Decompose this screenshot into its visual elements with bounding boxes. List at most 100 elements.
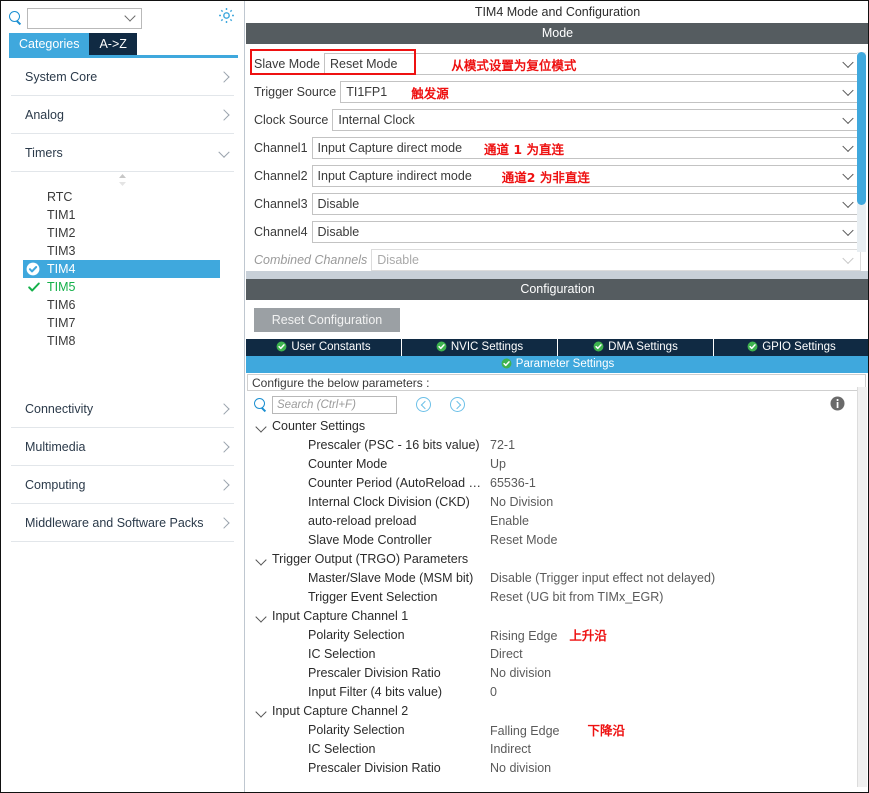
mode-scrollbar[interactable]: [857, 52, 866, 252]
table-row[interactable]: Counter Mode Up: [246, 455, 869, 474]
search-icon: [7, 10, 23, 26]
list-item-tim1[interactable]: TIM1: [1, 206, 244, 224]
chevron-down-icon: [218, 146, 229, 157]
tab-nvic-settings[interactable]: NVIC Settings: [402, 339, 558, 356]
parameter-value: Reset Mode: [490, 531, 869, 550]
parameter-tree: Counter Settings Prescaler (PSC - 16 bit…: [246, 415, 869, 778]
table-row[interactable]: Polarity Selection Rising Edge上升沿: [246, 626, 869, 645]
category-label: Middleware and Software Packs: [25, 516, 204, 530]
list-item-tim7[interactable]: TIM7: [1, 314, 244, 332]
mode-value: Input Capture direct mode: [313, 141, 463, 155]
list-item-tim8[interactable]: TIM8: [1, 332, 244, 350]
table-row[interactable]: Slave Mode Controller Reset Mode: [246, 531, 869, 550]
channel2-select[interactable]: Input Capture indirect mode 通道2 为非直连: [312, 165, 861, 187]
parameter-value: Falling Edge下降沿: [490, 721, 869, 740]
page-title: TIM4 Mode and Configuration: [246, 1, 869, 23]
table-row[interactable]: Prescaler (PSC - 16 bits value) 72-1: [246, 436, 869, 455]
tab-label: DMA Settings: [608, 341, 678, 353]
check-circle-icon: [26, 262, 40, 276]
list-item-tim5[interactable]: TIM5: [1, 278, 244, 296]
table-row[interactable]: Internal Clock Division (CKD) No Divisio…: [246, 493, 869, 512]
group-trigger-output[interactable]: Trigger Output (TRGO) Parameters: [246, 550, 869, 569]
group-counter-settings[interactable]: Counter Settings: [246, 417, 869, 436]
parameter-scrollbar[interactable]: [857, 387, 867, 787]
parameter-name: Polarity Selection: [246, 721, 490, 740]
category-label: Timers: [25, 146, 63, 160]
parameter-value: 65536-1: [490, 474, 869, 493]
channel1-select[interactable]: Input Capture direct mode 通道 1 为直连: [312, 137, 861, 159]
tab-dma-settings[interactable]: DMA Settings: [558, 339, 714, 356]
sidebar-item-connectivity[interactable]: Connectivity: [11, 390, 234, 428]
table-row[interactable]: Input Filter (4 bits value) 0: [246, 683, 869, 702]
group-input-capture-channel-1[interactable]: Input Capture Channel 1: [246, 607, 869, 626]
mode-label: Channel1: [254, 141, 312, 155]
parameter-search-input[interactable]: Search (Ctrl+F): [272, 396, 397, 414]
value-text: Rising Edge: [490, 629, 557, 643]
channel3-select[interactable]: Disable: [312, 193, 861, 215]
parameter-value: 72-1: [490, 436, 869, 455]
reset-configuration-button[interactable]: Reset Configuration: [254, 308, 400, 332]
chevron-down-icon: [842, 169, 853, 180]
sidebar-item-computing[interactable]: Computing: [11, 466, 234, 504]
table-row[interactable]: Trigger Event Selection Reset (UG bit fr…: [246, 588, 869, 607]
table-row[interactable]: auto-reload preload Enable: [246, 512, 869, 531]
timer-list-scroll-indicator[interactable]: [1, 172, 244, 188]
tab-gpio-settings[interactable]: GPIO Settings: [714, 339, 869, 356]
list-item-tim3[interactable]: TIM3: [1, 242, 244, 260]
category-label: Analog: [25, 108, 64, 122]
list-item-tim4[interactable]: TIM4: [23, 260, 220, 278]
sidebar-item-system-core[interactable]: System Core: [11, 58, 234, 96]
tab-a-to-z[interactable]: A->Z: [89, 33, 136, 55]
group-label: Counter Settings: [272, 419, 365, 433]
gear-icon[interactable]: [217, 6, 236, 25]
channel4-select[interactable]: Disable: [312, 221, 861, 243]
ip-search-combo[interactable]: [27, 8, 142, 29]
check-circle-icon: [747, 341, 758, 352]
mode-label: Clock Source: [254, 113, 332, 127]
table-row[interactable]: Prescaler Division Ratio No division: [246, 759, 869, 778]
parameter-name: Counter Period (AutoReload Register - 16…: [246, 474, 490, 493]
trigger-source-select[interactable]: TI1FP1 触发源: [340, 81, 861, 103]
tab-parameter-settings[interactable]: Parameter Settings: [246, 356, 869, 373]
table-row[interactable]: Prescaler Division Ratio No division: [246, 664, 869, 683]
list-item-tim6[interactable]: TIM6: [1, 296, 244, 314]
mode-label: Channel2: [254, 169, 312, 183]
table-row[interactable]: Counter Period (AutoReload Register - 16…: [246, 474, 869, 493]
sidebar: Categories A->Z System Core Analog Timer…: [1, 1, 245, 792]
mode-value: Internal Clock: [333, 113, 414, 127]
chevron-down-icon: [255, 421, 266, 432]
mode-label: Combined Channels: [254, 253, 371, 267]
category-label: System Core: [25, 70, 97, 84]
prev-match-button[interactable]: [416, 397, 431, 412]
sidebar-item-timers[interactable]: Timers: [11, 134, 234, 172]
sidebar-item-analog[interactable]: Analog: [11, 96, 234, 134]
parameter-name: Master/Slave Mode (MSM bit): [246, 569, 490, 588]
slave-mode-select[interactable]: Reset Mode 从模式设置为复位模式: [324, 53, 861, 75]
clock-source-select[interactable]: Internal Clock: [332, 109, 861, 131]
mode-label: Channel3: [254, 197, 312, 211]
tab-categories[interactable]: Categories: [9, 33, 89, 55]
annotation-slave-mode: 从模式设置为复位模式: [451, 55, 576, 74]
info-icon[interactable]: [830, 396, 845, 411]
list-item-tim2[interactable]: TIM2: [1, 224, 244, 242]
table-row[interactable]: Master/Slave Mode (MSM bit) Disable (Tri…: [246, 569, 869, 588]
tab-label: Parameter Settings: [516, 358, 614, 370]
mode-row-trigger-source: Trigger Source TI1FP1 触发源: [254, 81, 861, 103]
timer-label: TIM8: [47, 334, 75, 348]
mode-value: Input Capture indirect mode: [313, 169, 472, 183]
next-match-button[interactable]: [450, 397, 465, 412]
group-input-capture-channel-2[interactable]: Input Capture Channel 2: [246, 702, 869, 721]
sidebar-item-middleware[interactable]: Middleware and Software Packs: [11, 504, 234, 542]
mode-value: TI1FP1: [341, 85, 387, 99]
table-row[interactable]: IC Selection Indirect: [246, 740, 869, 759]
sidebar-item-multimedia[interactable]: Multimedia: [11, 428, 234, 466]
table-row[interactable]: IC Selection Direct: [246, 645, 869, 664]
configuration-body: Reset Configuration User Constants: [246, 300, 869, 778]
table-row[interactable]: Polarity Selection Falling Edge下降沿: [246, 721, 869, 740]
parameter-name: Prescaler (PSC - 16 bits value): [246, 436, 490, 455]
tab-user-constants[interactable]: User Constants: [246, 339, 402, 356]
mode-band-label: Mode: [246, 23, 869, 44]
chevron-right-icon: [218, 479, 229, 490]
chevron-down-icon: [842, 85, 853, 96]
list-item-rtc[interactable]: RTC: [1, 188, 244, 206]
